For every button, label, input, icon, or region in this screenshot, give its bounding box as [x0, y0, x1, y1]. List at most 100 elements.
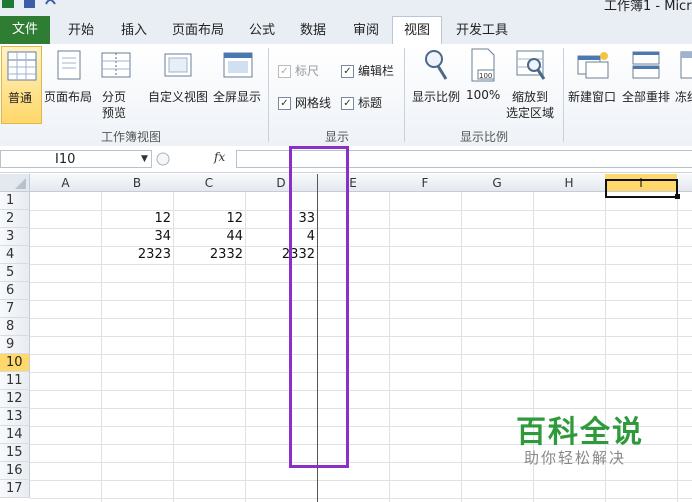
- group-label-workbook-views: 工作簿视图: [101, 130, 162, 144]
- tab-review[interactable]: 审阅: [353, 19, 379, 38]
- row-header-17[interactable]: 17: [0, 480, 30, 498]
- watermark: 百科全说 助你轻松解决: [494, 405, 664, 475]
- page-break-preview-button[interactable]: 分页 预览: [96, 46, 136, 124]
- tab-data[interactable]: 数据: [300, 19, 326, 38]
- tab-insert[interactable]: 插入: [121, 19, 147, 38]
- tab-home[interactable]: 开始: [68, 19, 94, 38]
- zoom-to-selection-icon: [516, 50, 546, 80]
- tab-formulas[interactable]: 公式: [249, 19, 275, 38]
- arrange-all-icon: [632, 51, 660, 79]
- row-header-6[interactable]: 6: [0, 282, 30, 300]
- row-header-5[interactable]: 5: [0, 264, 30, 282]
- ruler-checkbox[interactable]: ✓: [278, 65, 291, 78]
- row-header-10[interactable]: 10: [0, 354, 30, 372]
- page-layout-icon: [57, 50, 81, 80]
- chevron-down-icon[interactable]: ▼: [141, 154, 148, 164]
- normal-view-button[interactable]: 普通: [1, 46, 42, 124]
- headings-label: 标题: [358, 96, 383, 110]
- gridline: [677, 192, 678, 502]
- column-header-h[interactable]: H: [533, 174, 606, 192]
- row-header-15[interactable]: 15: [0, 444, 30, 462]
- cell-c3[interactable]: 44: [173, 228, 245, 246]
- zoom-to-selection-button[interactable]: 缩放到 选定区域: [504, 46, 560, 126]
- formula-bar-handle-icon[interactable]: [156, 152, 170, 166]
- row-header-7[interactable]: 7: [0, 300, 30, 318]
- gridline: [30, 282, 692, 283]
- row-header-13[interactable]: 13: [0, 408, 30, 426]
- arrange-all-label: 全部重排: [622, 90, 671, 104]
- excel-logo-icon: [2, 0, 14, 8]
- column-header-next[interactable]: [677, 174, 692, 192]
- column-header-b[interactable]: B: [101, 174, 174, 192]
- row-header-8[interactable]: 8: [0, 318, 30, 336]
- gridline: [389, 192, 390, 502]
- name-box-value: I10: [55, 152, 76, 167]
- undo-icon: [45, 0, 56, 5]
- column-header-a[interactable]: A: [30, 174, 102, 192]
- cell-b4[interactable]: 2323: [101, 246, 173, 264]
- page-break-label-1: 分页: [102, 90, 127, 104]
- column-header-g[interactable]: G: [461, 174, 534, 192]
- page-break-label-2: 预览: [102, 106, 127, 120]
- row-header-2[interactable]: 2: [0, 210, 30, 228]
- gridline: [30, 480, 692, 481]
- row-header-3[interactable]: 3: [0, 228, 30, 246]
- zoom-label: 显示比例: [412, 90, 461, 104]
- headings-checkbox[interactable]: ✓: [341, 97, 354, 110]
- page-layout-view-button[interactable]: 页面布局: [44, 46, 94, 124]
- ribbon-separator: [268, 48, 269, 142]
- tab-view[interactable]: 视图: [404, 19, 430, 38]
- row-header-4[interactable]: 4: [0, 246, 30, 264]
- freeze-panes-button[interactable]: 冻结: [674, 46, 692, 124]
- tab-developer[interactable]: 开发工具: [456, 19, 508, 38]
- row-header-11[interactable]: 11: [0, 372, 30, 390]
- ribbon-separator: [404, 48, 405, 142]
- arrange-all-button[interactable]: 全部重排: [621, 46, 673, 124]
- ruler-label: 标尺: [295, 64, 320, 78]
- full-screen-icon: [223, 52, 253, 78]
- row-header-1[interactable]: 1: [0, 192, 30, 210]
- ribbon-separator: [563, 48, 564, 142]
- freeze-panes-icon: [680, 51, 692, 79]
- row-header-12[interactable]: 12: [0, 390, 30, 408]
- insert-function-icon[interactable]: fx: [214, 150, 225, 164]
- zoom-selection-label-2: 选定区域: [506, 106, 555, 120]
- watermark-subtitle: 助你轻松解决: [524, 449, 627, 467]
- gridline: [30, 354, 692, 355]
- formula-bar-checkbox[interactable]: ✓: [341, 65, 354, 78]
- group-label-show: 显示: [325, 130, 350, 144]
- magnifier-icon: [425, 50, 448, 80]
- row-header-16[interactable]: 16: [0, 462, 30, 480]
- row-header-9[interactable]: 9: [0, 336, 30, 354]
- active-cell-border: [605, 179, 678, 198]
- quick-access-toolbar[interactable]: [2, 0, 62, 10]
- page-layout-label: 页面布局: [44, 90, 93, 104]
- custom-views-button[interactable]: 自定义视图: [146, 46, 210, 124]
- custom-views-icon: [164, 53, 192, 77]
- tab-page-layout[interactable]: 页面布局: [172, 19, 224, 38]
- full-screen-button[interactable]: 全屏显示: [211, 46, 263, 124]
- gridline: [30, 318, 692, 319]
- zoom-100-icon: 100: [471, 48, 495, 82]
- name-box[interactable]: I10 ▼: [0, 150, 152, 168]
- formula-bar-label: 编辑栏: [358, 64, 395, 78]
- select-all-button[interactable]: [0, 174, 30, 192]
- row-header-14[interactable]: 14: [0, 426, 30, 444]
- fill-handle[interactable]: [675, 194, 680, 199]
- tab-file[interactable]: 文件: [0, 16, 50, 44]
- zoom-100-icon-text: 100: [479, 72, 492, 80]
- new-window-button[interactable]: 新建窗口: [566, 46, 620, 124]
- zoom-100-button[interactable]: 100 100%: [464, 46, 502, 124]
- column-header-f[interactable]: F: [389, 174, 462, 192]
- full-screen-label: 全屏显示: [213, 90, 262, 104]
- zoom-button[interactable]: 显示比例: [410, 46, 462, 124]
- cell-c4[interactable]: 2332: [173, 246, 245, 264]
- cell-b2[interactable]: 12: [101, 210, 173, 228]
- cell-c2[interactable]: 12: [173, 210, 245, 228]
- column-header-c[interactable]: C: [173, 174, 246, 192]
- gridlines-checkbox[interactable]: ✓: [278, 97, 291, 110]
- cell-b3[interactable]: 34: [101, 228, 173, 246]
- gridline: [30, 390, 692, 391]
- page-break-preview-icon: [101, 52, 131, 78]
- ribbon: 普通 页面布局 分页 预览 自定义视图 全屏显示 工作簿视图 ✓ 标尺 ✓ 编辑…: [0, 44, 692, 147]
